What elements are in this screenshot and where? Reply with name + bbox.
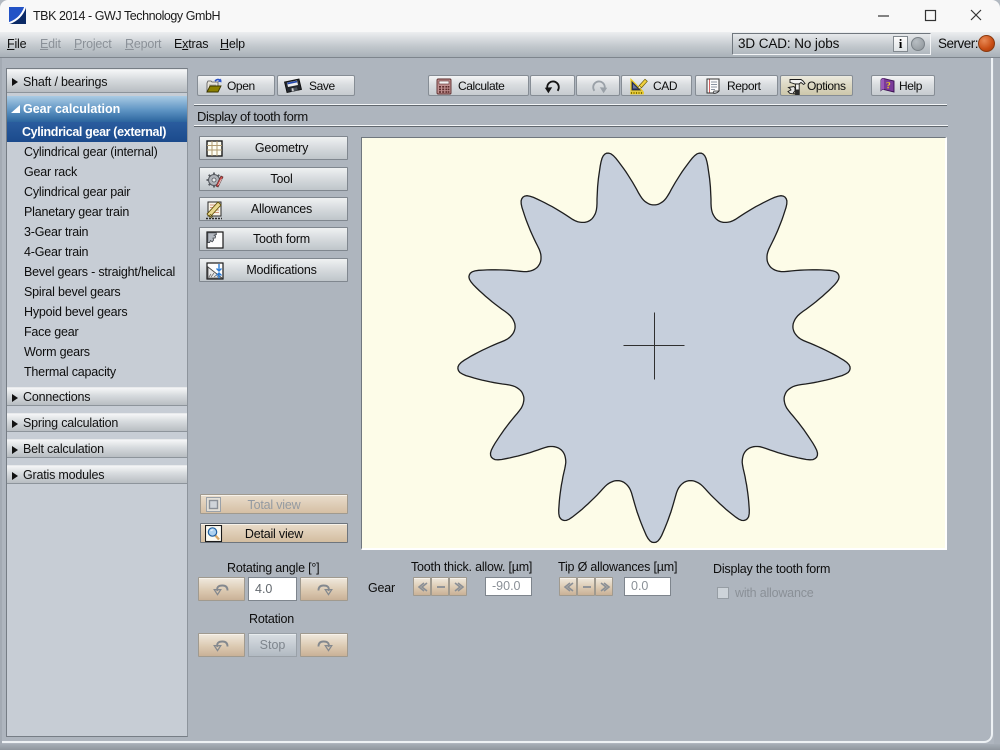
svg-text:?: ? xyxy=(886,82,891,92)
